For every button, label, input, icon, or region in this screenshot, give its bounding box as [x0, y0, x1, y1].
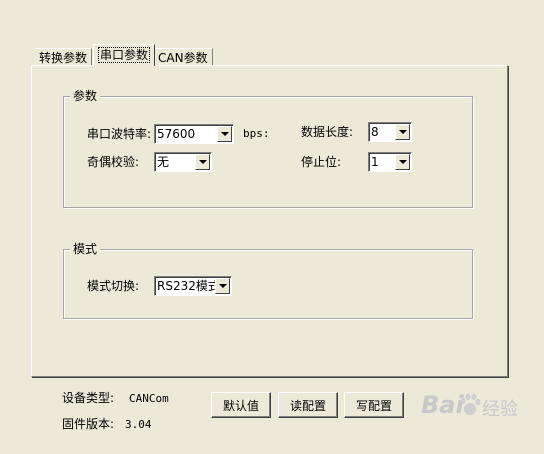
data-bits-select[interactable]: 8 [368, 122, 412, 142]
write-config-button[interactable]: 写配置 [344, 392, 404, 418]
watermark-text: Bai [421, 391, 464, 419]
baud-rate-label: 串口波特率: [87, 127, 152, 141]
stop-bits-label: 停止位: [301, 155, 342, 169]
mode-switch-label: 模式切换: [87, 279, 140, 293]
chevron-down-icon[interactable] [195, 154, 210, 170]
baud-unit-label: bps: [243, 127, 270, 140]
params-groupbox: 参数 串口波特率: 57600 bps: 奇偶校验: 无 数据长度: 8 停止位… [63, 89, 473, 208]
firmware-version-value: 3.04 [125, 418, 152, 431]
parity-value: 无 [157, 155, 170, 169]
chevron-down-icon[interactable] [395, 154, 410, 170]
data-bits-label: 数据长度: [301, 125, 354, 139]
stop-bits-select[interactable]: 1 [368, 152, 412, 172]
mode-group-title: 模式 [70, 242, 101, 256]
watermark-text-2: 经验 [482, 399, 518, 420]
device-type-value: CANCom [129, 392, 169, 405]
mode-switch-select[interactable]: RS232模式 [154, 276, 232, 296]
tab-page: 参数 串口波特率: 57600 bps: 奇偶校验: 无 数据长度: 8 停止位… [31, 65, 508, 377]
tab-label: CAN参数 [158, 51, 208, 65]
chevron-down-icon[interactable] [217, 126, 232, 142]
paw-icon [460, 393, 481, 415]
parity-label: 奇偶校验: [87, 155, 140, 169]
tab-label: 串口参数 [98, 47, 151, 63]
tab-label: 转换参数 [39, 51, 88, 65]
read-config-button[interactable]: 读配置 [278, 392, 338, 418]
stop-bits-value: 1 [371, 155, 379, 169]
default-values-button[interactable]: 默认值 [211, 392, 271, 418]
baud-rate-value: 57600 [157, 127, 196, 141]
mode-groupbox: 模式 模式切换: RS232模式 [63, 242, 473, 319]
chevron-down-icon[interactable] [395, 124, 410, 140]
baud-rate-select[interactable]: 57600 [154, 124, 234, 144]
mode-switch-value: RS232模式 [157, 279, 220, 293]
params-group-title: 参数 [70, 89, 101, 103]
chevron-down-icon[interactable] [215, 278, 230, 294]
parity-select[interactable]: 无 [154, 152, 212, 172]
device-type-label: 设备类型: [62, 391, 115, 405]
firmware-version-label: 固件版本: [62, 417, 115, 431]
tab-serial-params[interactable]: 串口参数 [93, 44, 156, 66]
data-bits-value: 8 [371, 125, 379, 139]
